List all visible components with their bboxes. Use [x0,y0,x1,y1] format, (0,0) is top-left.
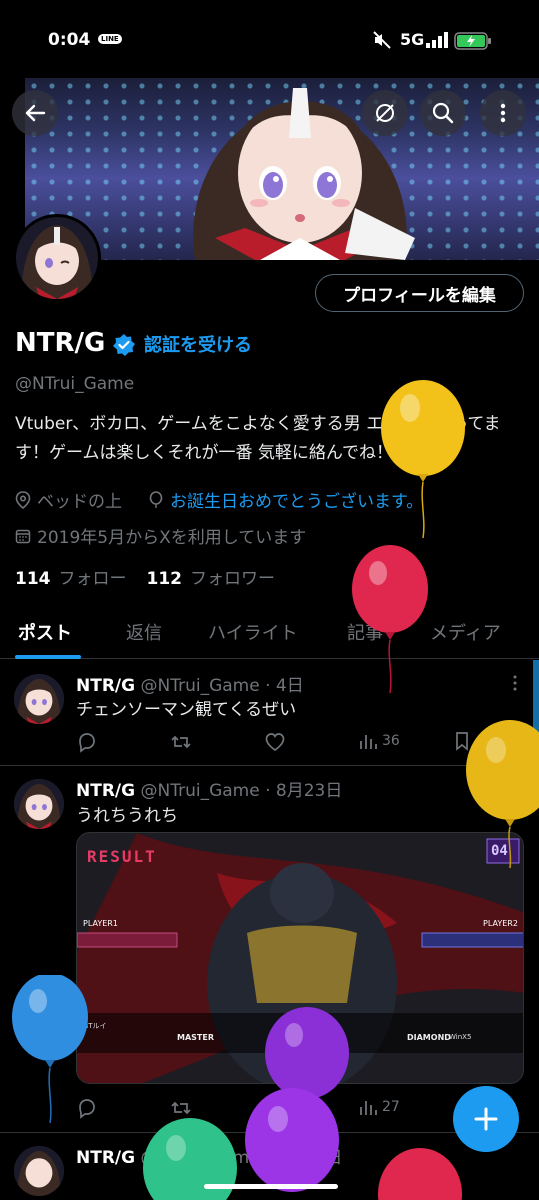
opponent-rank-label: DIAMOND [407,1033,451,1042]
balloon-icon [149,490,163,508]
retweet-icon [171,735,191,749]
profile-joined-date: 2019年5月からXを利用しています [15,523,306,548]
calendar-icon [15,529,31,543]
get-verified-link[interactable]: 認証を受ける [144,331,252,357]
tweet-author-name[interactable]: NTR/G [76,781,135,801]
slash-circle-icon [376,104,394,122]
verified-badge-icon [113,334,135,356]
avatar-illustration [14,674,64,724]
tweet-item[interactable]: NTR/G @NTrui_Game · 4日 チェンソーマン観てくるぜい 36 [0,660,539,766]
display-name: NTR/G [15,328,106,358]
tweet-avatar[interactable] [14,779,64,829]
retweet-button[interactable] [170,731,192,753]
retweet-icon [171,1101,191,1115]
tab-posts[interactable]: ポスト [18,605,72,659]
result-label: RESULT [87,847,157,866]
joined-text: 2019年5月からXを利用しています [37,528,307,548]
bar-chart-icon [360,1101,377,1115]
signal-icon [426,32,448,48]
view-count: 36 [382,733,400,749]
back-button[interactable] [12,90,58,136]
tweet-meta: @NTrui_Game · 8月23日 [140,781,343,801]
profile-tabs: ポスト 返信 ハイライト 記事 メディア [0,605,539,659]
tweet-header: NTR/G @NTrui_Game · 4日 [76,671,304,696]
tweet-text: うれちうれち [76,806,178,826]
balloon-red-decoration [378,1148,462,1200]
player1-label: PLAYER1 [83,919,118,928]
tweet-header: NTR/G @NTrui_Game · 8月23日 [76,776,342,801]
location-text: ベッドの上 [37,492,122,512]
status-bar: 0:04 LINE 5G [0,0,539,80]
balloon-yellow-decoration [466,720,539,868]
tab-replies[interactable]: 返信 [126,605,162,659]
plus-icon [474,1107,498,1131]
tweet-actions: 36 [76,731,516,755]
opponent-win-streak: WinX5 [449,1033,472,1041]
active-tab-indicator [15,655,81,659]
mute-icon [373,31,391,49]
followers-label: フォロワー [190,569,275,589]
like-button[interactable] [264,731,286,753]
tweet-text: チェンソーマン観てくるぜい [76,700,297,720]
compose-button[interactable] [453,1086,519,1152]
edit-profile-button[interactable]: プロフィールを編集 [315,274,524,312]
tweet-avatar[interactable] [14,1146,64,1196]
status-time: 0:04 [48,30,91,50]
tweet-avatar[interactable] [14,674,64,724]
avatar-illustration [16,217,98,299]
followers-link[interactable]: 112 フォロワー [147,564,276,589]
tab-media[interactable]: メディア [430,605,501,659]
following-label: フォロー [58,569,127,589]
follow-stats: 114 フォロー 112 フォロワー [15,564,275,589]
arrow-left-icon [25,104,46,122]
profile-avatar[interactable] [13,214,101,302]
view-count: 27 [382,1099,400,1115]
mute-profile-button[interactable] [362,90,408,136]
following-count: 114 [15,569,51,589]
retweet-button[interactable] [170,1097,192,1119]
more-horizontal-icon[interactable] [506,674,524,692]
line-notification-icon: LINE [98,34,122,44]
tweet-author-name[interactable]: NTR/G [76,1148,135,1168]
reply-icon [79,733,95,753]
balloon-red-decoration [352,545,428,694]
network-type: 5G [400,30,425,49]
location-pin-icon [15,490,31,509]
search-icon [432,102,454,124]
search-button[interactable] [420,90,466,136]
home-indicator[interactable] [204,1184,338,1189]
more-vertical-icon [500,103,506,123]
avatar-illustration [14,1146,64,1196]
avatar-illustration [14,779,64,829]
followers-count: 112 [146,569,183,589]
balloon-purple-decoration [245,1088,339,1192]
reply-button[interactable] [76,731,98,753]
player2-label: PLAYER2 [483,919,518,928]
views-button[interactable]: 27 [358,1097,400,1117]
more-options-button[interactable] [480,90,526,136]
following-link[interactable]: 114 フォロー [15,564,127,589]
views-button[interactable]: 36 [358,731,400,751]
tweet-meta: @NTrui_Game · 4日 [140,676,304,696]
bar-chart-icon [360,735,377,749]
balloon-yellow-decoration [381,380,465,539]
profile-location: ベッドの上 [15,487,122,512]
heart-icon [265,733,285,752]
rank-label: MASTER [177,1033,214,1042]
balloon-blue-decoration [12,975,88,1124]
battery-icon [454,32,491,50]
profile-handle: @NTrui_Game [15,374,135,394]
tweet-author-name[interactable]: NTR/G [76,676,135,696]
tab-highlights[interactable]: ハイライト [208,605,298,659]
